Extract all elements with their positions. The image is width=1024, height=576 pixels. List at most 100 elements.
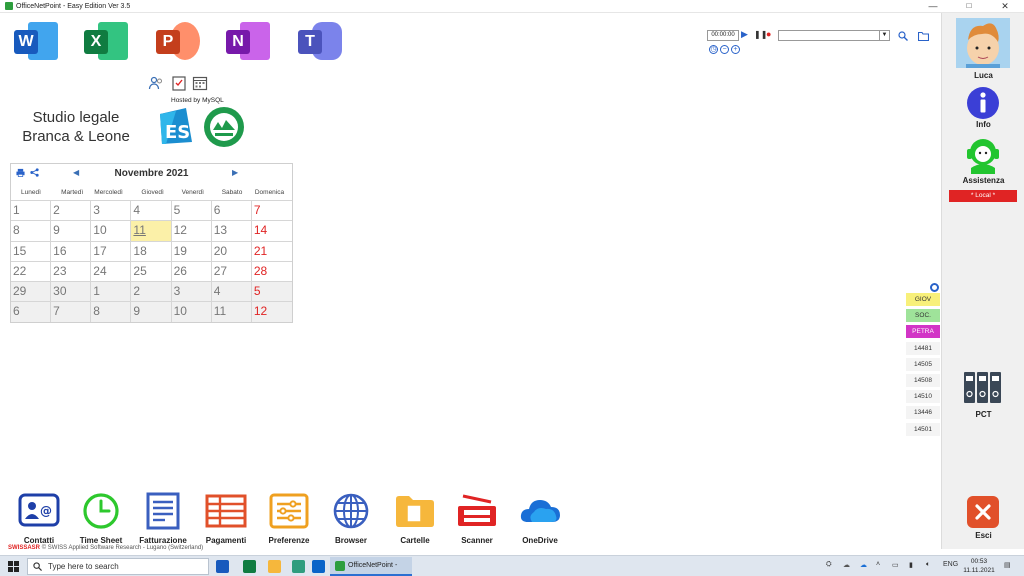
calendar-day-cell[interactable]: 12 <box>171 220 212 241</box>
calendar-day-cell[interactable]: 4 <box>131 200 172 221</box>
powerpoint-app-button[interactable]: P <box>156 20 200 62</box>
pagamenti-button[interactable]: Pagamenti <box>198 492 254 545</box>
support-agent-icon[interactable] <box>963 134 1003 174</box>
taskbar-word-icon[interactable] <box>216 560 229 573</box>
play-icon[interactable]: ▶ <box>741 29 748 40</box>
refresh-ring-icon[interactable] <box>930 283 939 292</box>
matter-tag[interactable]: 13446 <box>906 406 940 420</box>
calendar-day-cell[interactable]: 8 <box>91 301 132 322</box>
calendar-day-cell[interactable]: 19 <box>171 240 212 261</box>
calendar-day-cell[interactable]: 5 <box>171 200 212 221</box>
chevron-up-icon[interactable]: ˄ <box>876 561 880 568</box>
calendar-day-cell[interactable]: 10 <box>171 301 212 322</box>
stopwatch-icon[interactable]: ◷ <box>709 45 718 54</box>
matter-tag[interactable]: PETRA <box>906 325 940 339</box>
plus-icon[interactable]: + <box>731 45 740 54</box>
windows-start-icon[interactable] <box>8 561 19 572</box>
calendar-day-cell[interactable]: 6 <box>11 301 52 322</box>
fatturazione-button[interactable]: Fatturazione <box>135 492 191 545</box>
matter-tag[interactable]: GIOV <box>906 293 940 306</box>
calendar-day-cell[interactable]: 2 <box>51 200 92 221</box>
volume-icon[interactable]: 🔈︎ <box>926 561 930 569</box>
matter-tag[interactable]: 14510 <box>906 390 940 404</box>
calendar-day-cell[interactable]: 8 <box>11 220 52 241</box>
matter-tag[interactable]: 14481 <box>906 341 940 355</box>
excel-app-button[interactable]: X <box>84 20 128 62</box>
calendar-day-cell[interactable]: 21 <box>251 240 292 261</box>
calendar-day-cell[interactable]: 16 <box>51 240 92 261</box>
calendar-day-cell[interactable]: 26 <box>171 260 212 282</box>
info-icon[interactable] <box>966 86 1000 120</box>
close-button[interactable]: ✕ <box>988 0 1022 13</box>
next-month-button[interactable]: ▶ <box>232 168 238 177</box>
calendar-day-cell[interactable]: 12 <box>251 301 292 322</box>
matter-tag[interactable]: 14501 <box>906 422 940 436</box>
calendar-day-cell[interactable]: 15 <box>11 240 52 261</box>
calendar-day-cell[interactable]: 22 <box>11 260 52 282</box>
calendar-day-cell[interactable]: 24 <box>91 260 132 282</box>
minus-icon[interactable]: − <box>720 45 729 54</box>
calendar-day-cell[interactable]: 10 <box>91 220 132 241</box>
calendar-day-cell[interactable]: 5 <box>251 281 292 302</box>
cloud-tray-icon[interactable]: ☁ <box>843 561 850 569</box>
search-icon[interactable] <box>898 31 908 41</box>
calendar-day-cell[interactable]: 23 <box>51 260 92 282</box>
calendar-day-cell[interactable]: 1 <box>91 281 132 302</box>
calendar-day-cell[interactable]: 7 <box>251 200 292 220</box>
taskbar-excel-icon[interactable] <box>243 560 256 573</box>
matter-tag[interactable]: 14508 <box>906 374 940 387</box>
taskbar-explorer-icon[interactable] <box>268 560 281 573</box>
calendar-day-cell[interactable]: 1 <box>11 200 52 221</box>
taskbar-app-icon[interactable] <box>292 560 305 573</box>
calendar-day-cell[interactable]: 25 <box>131 260 172 282</box>
calendar-day-cell[interactable]: 30 <box>51 281 92 302</box>
calendar-day-cell[interactable]: 18 <box>131 240 172 261</box>
checklist-icon[interactable] <box>171 75 187 91</box>
calendar-day-cell[interactable]: 3 <box>91 200 132 221</box>
notifications-icon[interactable]: ▤ <box>1004 561 1011 569</box>
user-avatar[interactable] <box>956 18 1010 68</box>
users-icon[interactable] <box>148 75 164 91</box>
calendar-day-cell[interactable]: 11 <box>211 301 252 322</box>
preferenze-button[interactable]: Preferenze <box>261 492 317 545</box>
onedrive-tray-icon[interactable]: ☁ <box>860 561 867 569</box>
calendar-day-cell[interactable]: 6 <box>211 200 252 221</box>
contatti-button[interactable]: @ Contatti <box>11 492 67 545</box>
onedrive-button[interactable]: OneDrive <box>512 492 568 545</box>
network-icon[interactable]: ▭ <box>892 561 899 569</box>
onenote-app-button[interactable]: N <box>226 20 270 62</box>
minimize-button[interactable]: — <box>916 0 950 13</box>
calendar-day-cell[interactable]: 3 <box>171 281 212 302</box>
calendar-day-cell[interactable]: 27 <box>211 260 252 282</box>
matter-tag[interactable]: SOC. <box>906 309 940 323</box>
calendar-day-cell[interactable]: 4 <box>211 281 252 302</box>
calendar-day-cell[interactable]: 7 <box>51 301 92 322</box>
activity-select[interactable]: ▼ <box>778 30 890 41</box>
browser-button[interactable]: Browser <box>323 492 379 545</box>
chevron-down-icon[interactable]: ▼ <box>879 31 889 40</box>
calendar-day-cell[interactable]: 20 <box>211 240 252 261</box>
person-icon[interactable]: ⛭ <box>826 561 832 569</box>
calendar-day-cell[interactable]: 17 <box>91 240 132 261</box>
language-indicator[interactable]: ENG <box>943 561 958 568</box>
taskbar-search-input[interactable]: Type here to search <box>27 558 209 575</box>
timesheet-button[interactable]: Time Sheet <box>73 492 129 545</box>
folder-open-icon[interactable] <box>918 31 929 41</box>
exit-icon[interactable] <box>966 495 1000 529</box>
word-app-button[interactable]: W <box>14 20 58 62</box>
record-icon[interactable]: ● <box>766 29 771 39</box>
calendar-day-cell[interactable]: 28 <box>251 260 292 281</box>
taskbar-outlook-icon[interactable] <box>312 560 325 573</box>
calendar-day-cell[interactable]: 14 <box>251 220 292 240</box>
teams-app-button[interactable]: T <box>298 20 342 62</box>
cartelle-button[interactable]: Cartelle <box>387 492 443 545</box>
calendar-day-cell[interactable]: 9 <box>131 301 172 322</box>
scanner-button[interactable]: Scanner <box>449 492 505 545</box>
calendar-day-cell[interactable]: 13 <box>211 220 252 241</box>
maximize-button[interactable]: □ <box>952 0 986 13</box>
calendar-day-cell[interactable]: 2 <box>131 281 172 302</box>
pct-binders-icon[interactable] <box>963 370 1003 404</box>
matter-tag[interactable]: 14505 <box>906 357 940 371</box>
calendar-day-cell[interactable]: 11 <box>131 220 172 241</box>
calendar-day-cell[interactable]: 9 <box>51 220 92 241</box>
